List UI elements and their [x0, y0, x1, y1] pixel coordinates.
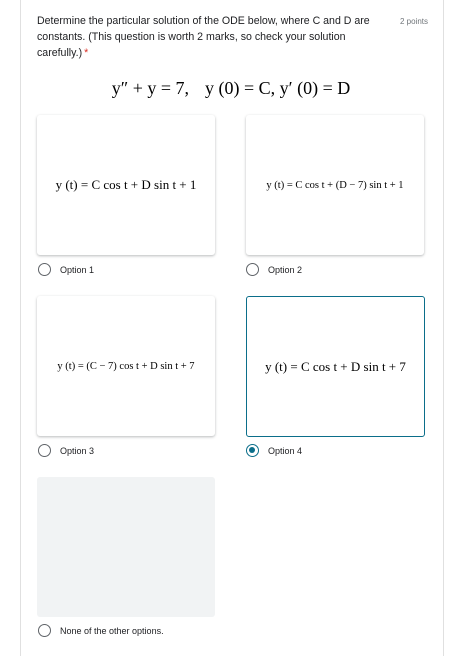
option-3-choice[interactable]: Option 3: [38, 444, 94, 457]
option-3-image[interactable]: y (t) = (C − 7) cos t + D sin t + 7: [37, 296, 215, 436]
option-3-formula: y (t) = (C − 7) cos t + D sin t + 7: [57, 360, 195, 372]
option-4-radio[interactable]: [246, 444, 259, 457]
ode-equation-left: y″ + y = 7,: [111, 78, 190, 98]
ode-equation: y″ + y = 7, y (0) = C, y′ (0) = D: [0, 78, 462, 99]
option-2-choice[interactable]: Option 2: [246, 263, 302, 276]
option-4-label: Option 4: [268, 445, 303, 456]
ode-initial-conditions: y (0) = C, y′ (0) = D: [205, 78, 351, 98]
question-text: Determine the particular solution of the…: [37, 13, 392, 61]
option-2-formula: y (t) = C cos t + (D − 7) sin t + 1: [266, 179, 404, 191]
option-2-label: Option 2: [268, 264, 303, 275]
option-1-choice[interactable]: Option 1: [38, 263, 94, 276]
points-label: 2 points: [400, 17, 429, 26]
option-2-radio[interactable]: [246, 263, 259, 276]
option-1-radio[interactable]: [38, 263, 51, 276]
option-3-radio[interactable]: [38, 444, 51, 457]
option-5-choice[interactable]: None of the other options.: [38, 624, 164, 637]
option-1-label: Option 1: [60, 264, 95, 275]
option-1-formula: y (t) = C cos t + D sin t + 1: [55, 177, 197, 192]
option-1-image[interactable]: y (t) = C cos t + D sin t + 1: [37, 115, 215, 255]
option-4-image[interactable]: y (t) = C cos t + D sin t + 7: [246, 296, 425, 437]
option-5-radio[interactable]: [38, 624, 51, 637]
option-4-formula: y (t) = C cos t + D sin t + 7: [265, 358, 406, 374]
option-5-label: None of the other options.: [60, 625, 164, 636]
option-2-image[interactable]: y (t) = C cos t + (D − 7) sin t + 1: [246, 115, 424, 255]
option-4-choice[interactable]: Option 4: [246, 444, 302, 457]
required-marker: *: [84, 47, 89, 59]
option-3-label: Option 3: [60, 445, 95, 456]
option-5-image-placeholder[interactable]: [37, 477, 215, 617]
